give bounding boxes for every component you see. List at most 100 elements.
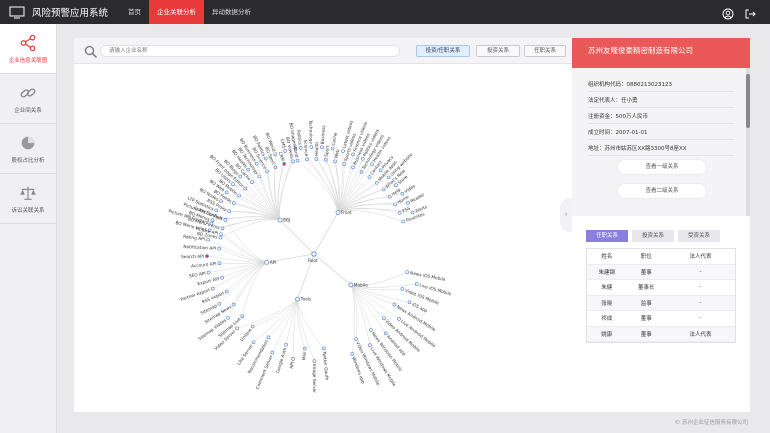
- sidebar-item-litigation[interactable]: 诉讼关联关系: [0, 174, 56, 224]
- leaf-node[interactable]: [314, 157, 319, 161]
- leaf-node[interactable]: [224, 289, 229, 294]
- leaf-node[interactable]: [342, 162, 347, 166]
- leaf-node[interactable]: [250, 324, 255, 329]
- leaf-node[interactable]: [333, 159, 337, 164]
- leaf-node[interactable]: [400, 191, 405, 196]
- leaf-node[interactable]: [392, 302, 397, 307]
- branch-node[interactable]: [295, 296, 300, 302]
- logout-icon[interactable]: [744, 5, 756, 19]
- leaf-node[interactable]: [351, 165, 355, 170]
- leaf-node[interactable]: [406, 201, 410, 205]
- leaf-node[interactable]: [240, 314, 245, 319]
- leaf-node[interactable]: [378, 168, 383, 173]
- leaf-node[interactable]: [397, 210, 402, 215]
- leaf-node[interactable]: [393, 202, 397, 207]
- leaf-node[interactable]: [220, 275, 224, 280]
- leaf-node[interactable]: [283, 149, 288, 153]
- branch-node[interactable]: [277, 217, 283, 223]
- leaf-node[interactable]: [246, 167, 250, 172]
- leaf-node[interactable]: [370, 162, 374, 166]
- root-node[interactable]: [311, 251, 317, 257]
- leaf-node[interactable]: [217, 301, 222, 306]
- leaf-node[interactable]: [394, 183, 398, 188]
- leaf-node[interactable]: [223, 218, 228, 222]
- leaf-node[interactable]: [217, 246, 221, 251]
- leaf-node[interactable]: [351, 152, 355, 157]
- collapse-panel-button[interactable]: ›: [560, 198, 572, 232]
- leaf-node[interactable]: [350, 352, 355, 356]
- leaf-node[interactable]: [250, 180, 254, 184]
- leaf-node[interactable]: [220, 226, 225, 231]
- leaf-node[interactable]: [243, 186, 248, 191]
- nav-tab-abnormal-data[interactable]: 异动数据分析: [204, 0, 259, 24]
- search-icon[interactable]: [84, 44, 98, 59]
- nav-tab-enterprise-relation[interactable]: 企业关联分析: [149, 0, 205, 24]
- leaf-node[interactable]: [226, 315, 230, 320]
- leaf-node[interactable]: [330, 146, 335, 151]
- leaf-node[interactable]: [263, 156, 268, 161]
- tab-position-relation[interactable]: 任职关系: [586, 230, 628, 242]
- leaf-node[interactable]: [206, 237, 210, 242]
- leaf-node[interactable]: [400, 287, 405, 291]
- leaf-node[interactable]: [218, 235, 223, 240]
- leaf-node[interactable]: [324, 157, 328, 162]
- leaf-node[interactable]: [341, 149, 345, 153]
- leaf-node[interactable]: [397, 317, 401, 321]
- leaf-node[interactable]: [309, 145, 314, 149]
- leaf-node[interactable]: [231, 302, 236, 307]
- leaf-node[interactable]: [209, 221, 214, 226]
- leaf-node[interactable]: [320, 145, 324, 150]
- tab-invest-relation[interactable]: 投资关系: [632, 230, 674, 242]
- leaf-node[interactable]: [305, 157, 309, 162]
- filter-position-button[interactable]: 任职关系: [524, 45, 566, 57]
- leaf-node[interactable]: [214, 208, 219, 213]
- leaf-node[interactable]: [205, 254, 209, 258]
- leaf-node[interactable]: [367, 175, 372, 179]
- branch-node[interactable]: [348, 282, 354, 288]
- branch-node[interactable]: [335, 210, 341, 215]
- leaf-node[interactable]: [303, 346, 307, 351]
- leaf-node[interactable]: [210, 286, 215, 291]
- scrollbar-thumb[interactable]: [746, 74, 750, 128]
- leaf-node[interactable]: [401, 219, 406, 224]
- view-second-level-button[interactable]: 查看二级关系: [618, 184, 706, 198]
- table-row[interactable]: 张晓 监事 -: [587, 295, 735, 311]
- sidebar-item-equity-analysis[interactable]: 股权占比分析: [0, 124, 56, 174]
- leaf-node[interactable]: [273, 165, 278, 170]
- table-row[interactable]: 朱健 董事长 -: [587, 280, 735, 296]
- leaf-node[interactable]: [368, 343, 372, 347]
- leaf-node[interactable]: [298, 146, 303, 150]
- branch-node[interactable]: [264, 259, 270, 265]
- leaf-node[interactable]: [359, 169, 364, 174]
- user-icon[interactable]: [722, 5, 734, 20]
- leaf-node[interactable]: [217, 261, 222, 266]
- leaf-node[interactable]: [206, 270, 211, 275]
- leaf-node[interactable]: [224, 190, 229, 195]
- leaf-node[interactable]: [369, 328, 373, 332]
- leaf-node[interactable]: [231, 182, 235, 186]
- table-row[interactable]: 姚康 董事 法人代表: [587, 326, 735, 342]
- leaf-node[interactable]: [312, 359, 317, 363]
- nav-tab-home[interactable]: 首页: [120, 0, 149, 24]
- leaf-node[interactable]: [382, 316, 386, 321]
- search-input[interactable]: [100, 45, 400, 57]
- leaf-node[interactable]: [291, 159, 295, 164]
- leaf-node[interactable]: [295, 158, 300, 163]
- leaf-node[interactable]: [270, 350, 275, 355]
- filter-invest-button[interactable]: 投资关系: [476, 45, 520, 57]
- leaf-node[interactable]: [219, 199, 223, 203]
- leaf-node[interactable]: [266, 335, 271, 340]
- leaf-node[interactable]: [231, 201, 236, 205]
- table-row[interactable]: 祁成 董事 -: [587, 311, 735, 327]
- filter-invest-position-button[interactable]: 投资/任职关系: [416, 45, 470, 57]
- leaf-node[interactable]: [386, 175, 391, 180]
- leaf-node[interactable]: [235, 326, 239, 331]
- leaf-node[interactable]: [410, 210, 415, 215]
- leaf-node[interactable]: [361, 156, 365, 161]
- leaf-node[interactable]: [273, 152, 278, 157]
- relation-graph[interactable]: BO ZonesBO Menu LinesBO Menu ItemsBO Men…: [74, 64, 572, 412]
- leaf-node[interactable]: [354, 337, 358, 341]
- leaf-node[interactable]: [322, 346, 326, 351]
- leaf-node[interactable]: [284, 342, 288, 347]
- leaf-node[interactable]: [238, 174, 243, 179]
